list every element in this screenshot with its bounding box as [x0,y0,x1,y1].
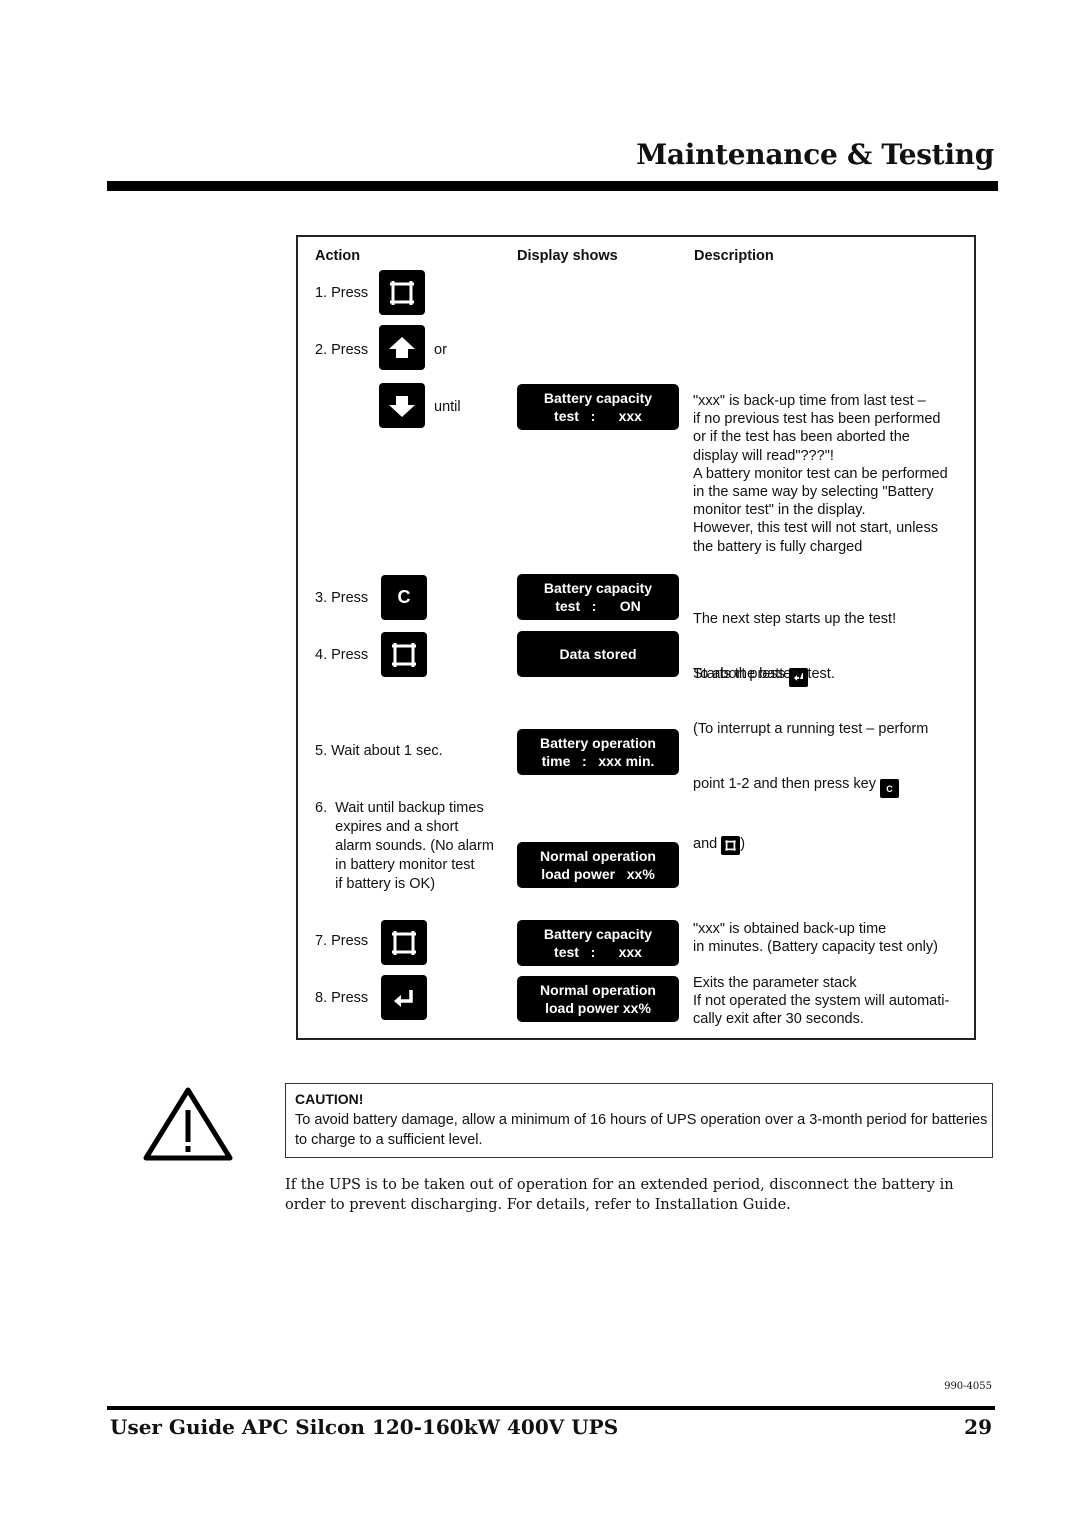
step-5-action: 5. Wait about 1 sec. [315,743,443,759]
step-8-action: 8. Press [315,990,369,1006]
step-4-description-line2: (To interrupt a running test – perform [693,721,929,738]
c-key-icon: C [381,575,427,620]
footer-rule [107,1406,995,1410]
column-header-description: Description [694,248,774,264]
display-battery-capacity-on: Battery capacity test : ON [517,574,679,620]
enter-parameter-key-icon [381,920,427,965]
c-key-icon: C [880,779,900,799]
header-rule [107,181,998,191]
caution-text: To avoid battery damage, allow a minimum… [295,1112,988,1148]
arrow-up-key-icon [379,325,425,370]
step-4-description-line4: and ) [693,835,928,855]
close-paren: ) [740,835,746,852]
document-number: 990-4055 [944,1381,992,1392]
c-key-label: C [397,587,411,607]
page-title: Maintenance & Testing [636,138,994,171]
step-2-action: 2. Press [315,342,369,358]
return-key-icon [381,975,427,1020]
step-6-action: 6. Wait until backup times expires and a… [315,800,494,892]
body-paragraph: If the UPS is to be taken out of operati… [285,1177,954,1213]
step-8-description: Exits the parameter stack If not operate… [693,975,950,1028]
enter-parameter-key-icon [721,835,741,855]
step-2-or: or [434,342,447,358]
enter-parameter-key-icon [379,270,425,315]
display-battery-capacity-test: Battery capacity test : xxx [517,384,679,430]
caution-title: CAUTION! [295,1091,364,1107]
step-4-description-line3: point 1-2 and then press key C [693,775,928,799]
step-3-description-line1: The next step starts up the test! [693,611,897,628]
display-data-stored: Data stored [517,631,679,677]
step-4-action: 4. Press [315,647,369,663]
footer-title: User Guide APC Silcon 120-160kW 400V UPS [110,1415,619,1439]
step-3-action: 3. Press [315,590,369,606]
display-normal-operation: Normal operation load power xx% [517,842,679,888]
step-7-action: 7. Press [315,933,369,949]
enter-parameter-key-icon [381,632,427,677]
step-7-description: "xxx" is obtained back-up time in minute… [693,921,938,956]
column-header-display: Display shows [517,248,618,264]
arrow-down-key-icon [379,383,425,428]
column-header-action: Action [315,248,361,264]
display-battery-operation-time: Battery operation time : xxx min. [517,729,679,775]
and-text: and [693,835,718,852]
display-battery-capacity-result: Battery capacity test : xxx [517,920,679,966]
display-normal-operation-exit: Normal operation load power xx% [517,976,679,1022]
step-2-description: "xxx" is back-up time from last test – i… [693,393,948,555]
press-key-text: point 1-2 and then press key [693,775,876,792]
warning-triangle-icon [143,1087,233,1161]
page-number: 29 [964,1415,992,1439]
step-4-description-line1: Starts the battery test. [693,666,835,683]
step-1-action: 1. Press [315,285,369,301]
step-4-description: Starts the battery test. (To interrupt a… [693,629,928,873]
step-2-until: until [434,399,461,415]
